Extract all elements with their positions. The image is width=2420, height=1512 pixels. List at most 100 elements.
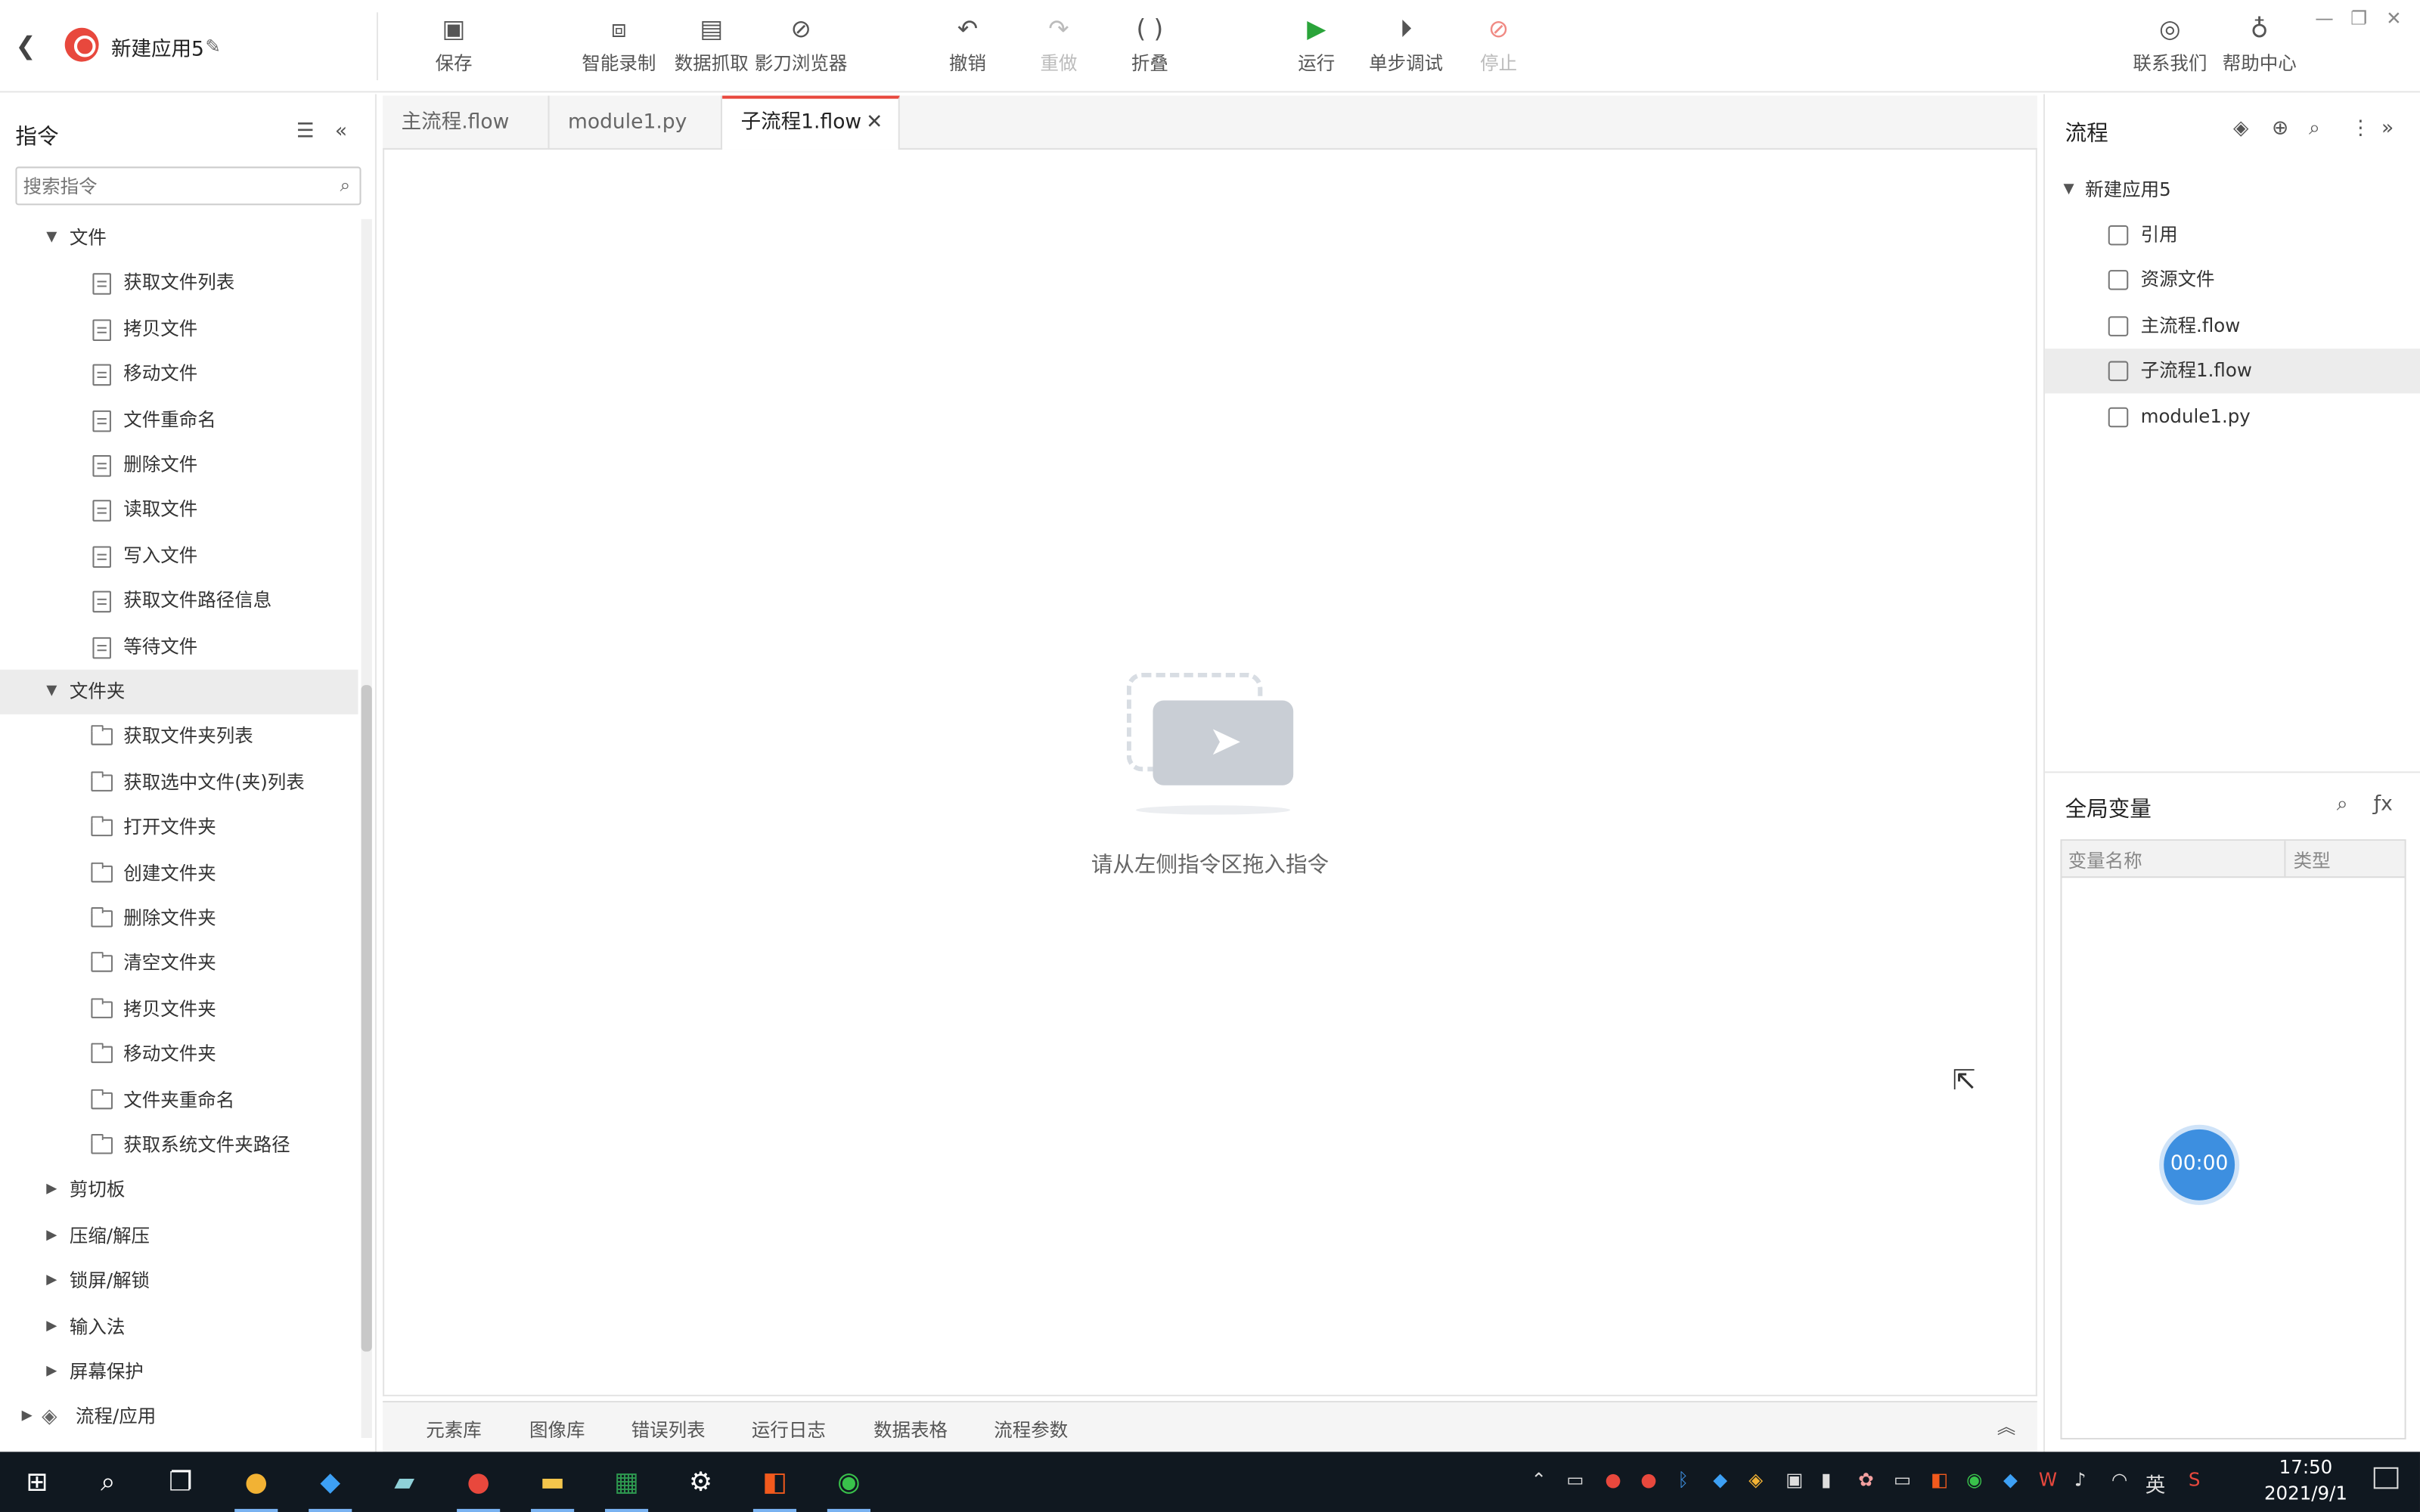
- security-shield-icon[interactable]: ◈: [1748, 1469, 1763, 1491]
- command-search-input[interactable]: [23, 172, 317, 201]
- tray-app-icon[interactable]: ▭: [1566, 1469, 1584, 1491]
- save-button[interactable]: ▣ 保存: [427, 12, 479, 83]
- office-app-icon[interactable]: ◧: [741, 1458, 809, 1512]
- add-flow-icon[interactable]: ◈: [2233, 117, 2248, 141]
- tree-group[interactable]: ▶ 输入法: [0, 1305, 358, 1349]
- tray-app-icon[interactable]: ●: [1605, 1469, 1621, 1491]
- tab-main-flow[interactable]: 主流程.flow: [383, 95, 550, 150]
- command-item-file[interactable]: 等待文件: [0, 624, 358, 669]
- add-module-icon[interactable]: ⊕: [2272, 117, 2288, 141]
- edit-pencil-icon[interactable]: ✎: [205, 36, 221, 57]
- tab-data-table[interactable]: 数据表格: [873, 1416, 948, 1442]
- battery-icon[interactable]: ▭: [1894, 1469, 1911, 1491]
- wps-icon[interactable]: W: [2039, 1469, 2057, 1491]
- flow-tree-root[interactable]: ▼ 新建应用5: [2045, 168, 2420, 212]
- tree-group[interactable]: ▶ 压缩/解压: [0, 1214, 358, 1259]
- tree-group-folder[interactable]: ▼ 文件夹: [0, 669, 358, 714]
- tab-error-list[interactable]: 错误列表: [631, 1416, 706, 1442]
- command-item-folder[interactable]: 删除文件夹: [0, 897, 358, 941]
- flow-tree-item[interactable]: 引用: [2045, 213, 2420, 258]
- command-item-folder[interactable]: 清空文件夹: [0, 942, 358, 987]
- ime-indicator[interactable]: 英: [2145, 1469, 2166, 1498]
- expand-panel-icon[interactable]: ︽: [1997, 1413, 2016, 1439]
- command-item-file[interactable]: 拷贝文件: [0, 307, 358, 352]
- run-button[interactable]: ▶ 运行: [1293, 12, 1339, 83]
- tray-app-icon[interactable]: ◆: [1713, 1469, 1727, 1491]
- notification-icon[interactable]: [2373, 1467, 2399, 1489]
- tree-group[interactable]: ▶ 锁屏/解锁: [0, 1259, 358, 1304]
- bluetooth-icon[interactable]: ᛒ: [1677, 1469, 1689, 1491]
- more-menu-icon[interactable]: ⋮: [2350, 117, 2371, 141]
- tab-flow-params[interactable]: 流程参数: [994, 1416, 1068, 1442]
- tab-subflow1[interactable]: 子流程1.flow ✕: [722, 95, 900, 150]
- data-scrape-button[interactable]: ▤ 数据抓取: [672, 12, 752, 83]
- timer-badge[interactable]: 00:00: [2164, 1129, 2235, 1201]
- tray-app-icon[interactable]: ◆: [2003, 1469, 2018, 1491]
- windows-start-icon[interactable]: ⊞: [3, 1458, 71, 1512]
- sogou-icon[interactable]: S: [2189, 1469, 2201, 1491]
- command-item-folder[interactable]: 拷贝文件夹: [0, 987, 358, 1032]
- column-divider[interactable]: [2284, 841, 2286, 878]
- collapse-panel-icon[interactable]: «: [335, 120, 347, 144]
- tray-app-icon[interactable]: ◧: [1931, 1469, 1948, 1491]
- tab-element-library[interactable]: 元素库: [426, 1416, 482, 1442]
- flow-tree-item[interactable]: 子流程1.flow: [2045, 349, 2420, 394]
- command-item-folder[interactable]: 获取系统文件夹路径: [0, 1123, 358, 1168]
- flow-tree-item[interactable]: 资源文件: [2045, 259, 2420, 303]
- command-item-file[interactable]: 读取文件: [0, 488, 358, 533]
- search-icon[interactable]: ⌕: [2309, 117, 2320, 141]
- command-item-folder[interactable]: 创建文件夹: [0, 851, 358, 896]
- wechat-icon[interactable]: ◉: [1966, 1469, 1982, 1491]
- command-item-folder[interactable]: 获取选中文件(夹)列表: [0, 761, 358, 805]
- caret-right-icon[interactable]: ▶: [46, 1169, 57, 1213]
- search-icon[interactable]: ⌕: [340, 175, 351, 198]
- command-item-folder[interactable]: 文件夹重命名: [0, 1078, 358, 1123]
- taskbar-clock[interactable]: 17:50 2021/9/1: [2260, 1455, 2352, 1507]
- chrome-icon[interactable]: ●: [222, 1458, 290, 1512]
- fold-button[interactable]: ( ) 折叠: [1127, 12, 1173, 83]
- search-icon[interactable]: ⌕: [74, 1458, 142, 1512]
- command-item-file[interactable]: 删除文件: [0, 443, 358, 488]
- caret-right-icon[interactable]: ▶: [46, 1214, 57, 1259]
- tray-app-icon[interactable]: ▣: [1786, 1469, 1803, 1491]
- command-item-folder[interactable]: 移动文件夹: [0, 1033, 358, 1077]
- undo-button[interactable]: ↶ 撤销: [945, 12, 991, 83]
- caret-right-icon[interactable]: ▶: [46, 1350, 57, 1395]
- tray-expand-icon[interactable]: ⌃: [1531, 1469, 1547, 1491]
- tree-group-flow-app[interactable]: ▶ ◈ 流程/应用: [0, 1396, 358, 1440]
- scrollbar-thumb[interactable]: [361, 685, 372, 1352]
- command-item-folder[interactable]: 获取文件夹列表: [0, 715, 358, 760]
- task-view-icon[interactable]: ❐: [147, 1458, 215, 1512]
- command-item-file[interactable]: 获取文件路径信息: [0, 579, 358, 624]
- back-arrow-icon[interactable]: ❮: [15, 31, 40, 60]
- help-center-button[interactable]: ♁ 帮助中心: [2220, 12, 2300, 83]
- command-item-file[interactable]: 文件重命名: [0, 398, 358, 442]
- tray-app-icon[interactable]: ✿: [1858, 1469, 1874, 1491]
- close-tab-icon[interactable]: ✕: [866, 99, 883, 147]
- microphone-icon[interactable]: ▮: [1821, 1469, 1831, 1491]
- tree-group[interactable]: ▶ 剪切板: [0, 1169, 358, 1213]
- command-search-box[interactable]: ⌕: [15, 166, 361, 206]
- caret-right-icon[interactable]: ▶: [22, 1396, 33, 1440]
- close-window-icon[interactable]: ✕: [2386, 8, 2402, 29]
- command-item-file[interactable]: 移动文件: [0, 352, 358, 397]
- settings-gear-icon[interactable]: ⚙: [667, 1458, 735, 1512]
- collapse-right-panel-icon[interactable]: »: [2381, 117, 2394, 141]
- caret-right-icon[interactable]: ▶: [46, 1305, 57, 1349]
- restore-icon[interactable]: ❐: [2350, 8, 2367, 29]
- command-item-file[interactable]: 写入文件: [0, 534, 358, 578]
- wechat-icon[interactable]: ◉: [815, 1458, 883, 1512]
- stop-button[interactable]: ⊘ 停止: [1475, 12, 1522, 83]
- wifi-icon[interactable]: ◠: [2111, 1469, 2127, 1491]
- step-debug-button[interactable]: ⏵ 单步调试: [1366, 12, 1446, 83]
- file-explorer-icon[interactable]: ▬: [519, 1458, 587, 1512]
- volume-icon[interactable]: ♪: [2074, 1469, 2086, 1491]
- browser-button[interactable]: ⊘ 影刀浏览器: [753, 12, 849, 83]
- tab-run-log[interactable]: 运行日志: [752, 1416, 826, 1442]
- smart-record-button[interactable]: ⧈ 智能录制: [579, 12, 659, 83]
- notebook-app-icon[interactable]: ▰: [371, 1458, 439, 1512]
- tab-module1[interactable]: module1.py: [550, 95, 723, 150]
- function-icon[interactable]: ƒx: [2374, 793, 2393, 816]
- tree-group-file[interactable]: ▼ 文件: [0, 216, 358, 261]
- tab-image-library[interactable]: 图像库: [529, 1416, 585, 1442]
